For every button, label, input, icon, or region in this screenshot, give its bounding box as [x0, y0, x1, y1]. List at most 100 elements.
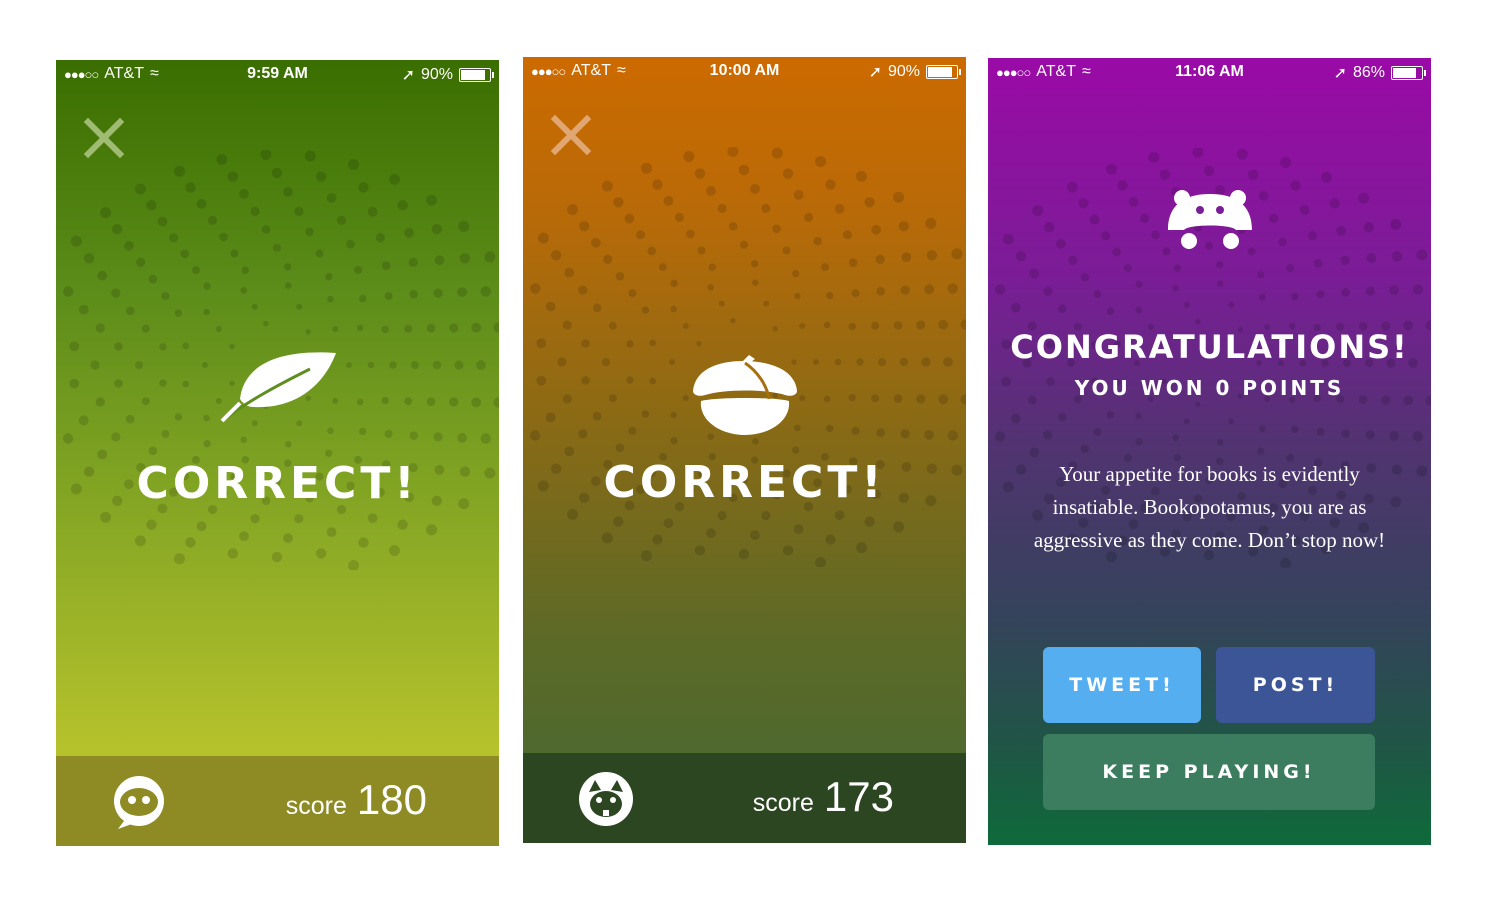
decorative-dot — [1128, 197, 1139, 207]
decorative-dot — [182, 380, 189, 388]
decorative-dot — [782, 168, 794, 179]
tweet-button[interactable]: TWEET! — [1043, 647, 1201, 723]
decorative-dot — [1123, 264, 1132, 273]
decorative-dot — [367, 206, 378, 217]
decorative-dot — [191, 266, 200, 275]
decorative-dot — [1192, 148, 1204, 158]
decorative-dot — [728, 222, 738, 231]
decorative-dot — [1159, 169, 1171, 180]
decorative-dot — [537, 232, 549, 244]
points-won-subtitle: YOU WON 0 POINTS — [1074, 376, 1345, 400]
decorative-dot — [1257, 447, 1265, 455]
decorative-dot — [960, 319, 966, 330]
acorn-icon — [693, 355, 797, 435]
decorative-dot — [916, 320, 926, 330]
decorative-dot — [426, 397, 436, 406]
decorative-dot — [682, 323, 689, 329]
battery-percent: 86% — [1352, 64, 1385, 81]
decorative-dot — [480, 433, 491, 444]
decorative-dot — [389, 545, 400, 557]
decorative-dot — [826, 424, 834, 433]
decorative-dot — [336, 215, 347, 225]
decorative-dot — [550, 250, 562, 261]
decorative-dot — [95, 397, 105, 407]
decorative-dot — [346, 362, 352, 368]
close-icon[interactable] — [549, 113, 593, 157]
decorative-dot — [813, 359, 819, 365]
result-text: CORRECT! — [603, 457, 886, 508]
close-icon[interactable] — [82, 116, 126, 160]
chat-bubble-face-icon[interactable] — [110, 773, 168, 831]
decorative-dot — [652, 534, 663, 545]
decorative-dot — [305, 329, 311, 335]
post-button[interactable]: POST! — [1216, 647, 1375, 723]
decorative-dot — [1365, 286, 1375, 296]
decorative-dot — [782, 545, 794, 556]
decorative-dot — [536, 338, 547, 349]
decorative-dot — [356, 324, 364, 332]
decorative-dot — [626, 340, 634, 348]
score-value: 173 — [823, 773, 894, 820]
decorative-dot — [670, 279, 678, 287]
decorative-dot — [1135, 306, 1142, 314]
decorative-dot — [601, 180, 613, 192]
decorative-dot — [404, 397, 413, 406]
decorative-dot — [738, 548, 750, 560]
decorative-dot — [658, 263, 667, 272]
decorative-dot — [327, 427, 334, 435]
decorative-dot — [111, 432, 121, 442]
keep-playing-button[interactable]: KEEP PLAYING! — [1043, 734, 1375, 810]
decorative-dot — [694, 168, 706, 179]
decorative-dot — [325, 273, 333, 281]
decorative-dot — [851, 426, 860, 435]
decorative-dot — [1286, 264, 1295, 273]
decorative-dot — [1101, 231, 1111, 241]
decorative-dot — [1358, 192, 1370, 204]
decorative-dot — [641, 410, 650, 418]
decorative-dot — [83, 253, 95, 264]
decorative-dot — [459, 253, 471, 264]
decorative-dot — [613, 516, 624, 527]
status-bar: ●●●○○ AT&T ≈ 10:00 AM ➚ 90% — [523, 57, 966, 85]
decorative-dot — [893, 521, 905, 533]
decorative-dot — [615, 271, 625, 281]
decorative-dot — [856, 170, 867, 182]
decorative-dot — [1290, 180, 1301, 191]
decorative-dot — [346, 239, 355, 249]
score-value: 180 — [356, 776, 427, 823]
decorative-dot — [530, 283, 541, 294]
decorative-dot — [397, 200, 408, 211]
decorative-dot — [125, 306, 135, 316]
decorative-dot — [1112, 247, 1121, 257]
decorative-dot — [834, 203, 845, 214]
decorative-dot — [148, 446, 158, 456]
decorative-dot — [1228, 418, 1235, 425]
decorative-dot — [793, 524, 804, 534]
decorative-dot — [943, 357, 953, 367]
decorative-dot — [325, 449, 333, 457]
leaf-icon — [220, 352, 336, 423]
decorative-dot — [381, 325, 389, 334]
decorative-dot — [751, 260, 759, 268]
decorative-dot — [1257, 271, 1265, 279]
decorative-dot — [1015, 251, 1027, 262]
decorative-dot — [1043, 286, 1053, 296]
decorative-dot — [294, 206, 304, 216]
decorative-dot — [799, 323, 806, 329]
decorative-dot — [995, 284, 1006, 295]
decorative-dot — [134, 535, 146, 547]
decorative-dot — [174, 309, 183, 317]
decorative-dot — [432, 360, 442, 370]
decorative-dot — [842, 230, 852, 240]
decorative-dot — [315, 548, 327, 559]
squirrel-face-icon[interactable] — [577, 770, 635, 828]
decorative-dot — [649, 377, 656, 385]
decorative-dot — [426, 194, 438, 206]
decorative-dot — [1106, 307, 1115, 315]
decorative-dot — [567, 204, 579, 216]
decorative-dot — [1216, 261, 1224, 269]
score-label: score — [752, 789, 814, 817]
decorative-dot — [761, 511, 771, 521]
decorative-dot — [63, 286, 74, 297]
decorative-dot — [1135, 412, 1142, 420]
